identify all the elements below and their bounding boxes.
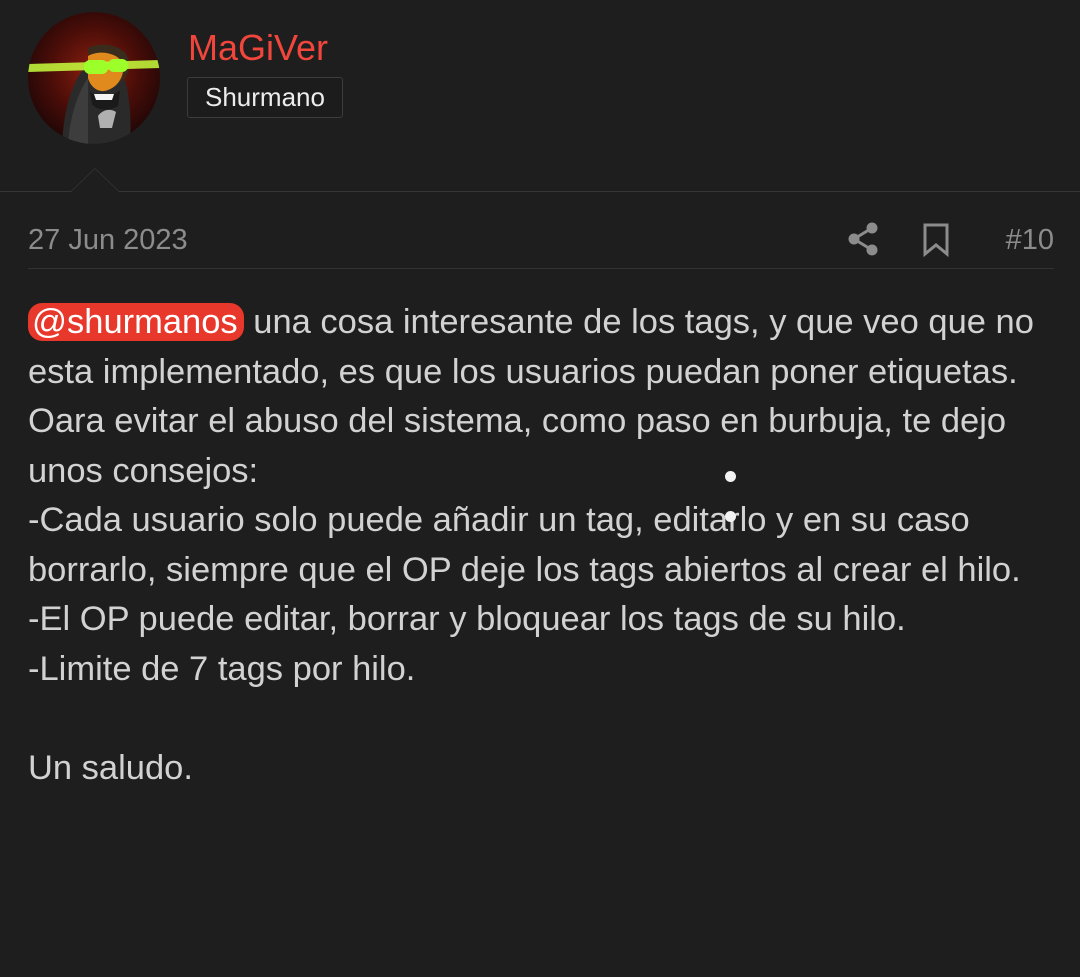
user-mention[interactable]: @shurmanos (28, 303, 244, 341)
touch-indicator (725, 471, 736, 482)
bookmark-button[interactable] (921, 223, 951, 258)
post-line: -El OP puede editar, borrar y bloquear l… (28, 600, 906, 638)
user-title-badge: Shurmano (187, 77, 343, 118)
avatar-icon (28, 44, 160, 144)
avatar[interactable] (28, 12, 160, 144)
post-line: -Limite de 7 tags por hilo. (28, 649, 416, 688)
post-line: Oara evitar el abuso del sistema, como p… (28, 402, 1016, 490)
post-line: Un saludo. (28, 748, 193, 787)
divider (0, 191, 1080, 192)
touch-indicator (725, 511, 736, 522)
post-author-block: MaGiVer Shurmano (0, 0, 1080, 192)
post-header: 27 Jun 2023 #10 (28, 218, 1054, 269)
post-date[interactable]: 27 Jun 2023 (28, 222, 188, 258)
username[interactable]: MaGiVer (188, 26, 328, 70)
post-line: -Cada usuario solo puede añadir un tag, … (28, 501, 1021, 589)
share-icon (848, 222, 878, 256)
post-paragraph: @shurmanos una cosa interesante de los t… (28, 298, 1068, 397)
share-button[interactable] (846, 221, 880, 257)
post-number[interactable]: #10 (1006, 222, 1054, 258)
post-body: @shurmanos una cosa interesante de los t… (28, 298, 1068, 793)
bookmark-icon (923, 223, 949, 258)
